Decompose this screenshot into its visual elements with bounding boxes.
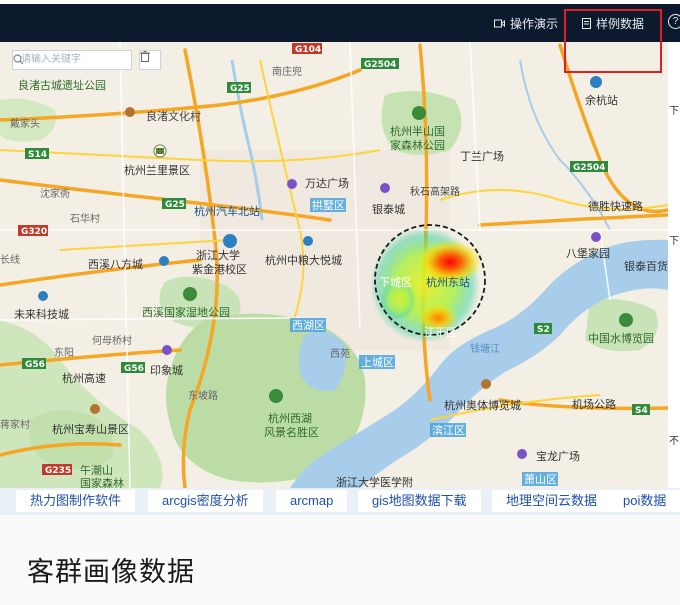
tag-strip: 热力图制作软件 arcgis密度分析 arcmap gis地图数据下载 地理空间… xyxy=(0,488,680,515)
road-shield: G2504 xyxy=(573,163,605,173)
map-label: 杭州汽车北站 xyxy=(194,204,260,218)
edge-glyph: 不 xyxy=(669,436,679,447)
map-label: 萧山区 xyxy=(524,473,557,486)
map-label: 良渚文化村 xyxy=(146,109,201,123)
map-label: 杭州兰里景区 xyxy=(124,163,190,177)
road-shield: G235 xyxy=(45,466,71,476)
map-label: 南庄兜 xyxy=(272,65,302,78)
map-label: 八堡家园 xyxy=(566,246,610,260)
trash-icon xyxy=(140,51,150,62)
section-title: 客群画像数据 xyxy=(27,557,195,587)
road-shield: G25 xyxy=(230,84,250,94)
map-label: 杭州宝寿山景区 xyxy=(52,422,129,436)
map-label: 江干区 xyxy=(424,326,457,339)
map-label: 上城区 xyxy=(361,356,394,369)
map-label: 中国水博览园 xyxy=(588,331,654,345)
road-shield: S4 xyxy=(635,406,648,416)
top-navbar: 操作演示 样例数据 ? xyxy=(0,0,680,42)
search-placeholder: 请输入关键字 xyxy=(21,54,81,65)
road-shield: S2 xyxy=(537,325,550,335)
map-label: 德胜快速路 xyxy=(588,199,643,213)
road-shield: S14 xyxy=(28,150,47,160)
map-label: 丁兰广场 xyxy=(460,149,504,163)
map-label: 长线 xyxy=(0,253,20,266)
map-label: 风景名胜区 xyxy=(264,425,319,439)
map-label: 东阳 xyxy=(54,346,74,359)
demo-button[interactable]: 操作演示 xyxy=(494,4,558,42)
edge-glyph: 下 xyxy=(669,106,679,117)
sample-data-label: 样例数据 xyxy=(596,16,645,31)
map-label: 杭州奥体博览城 xyxy=(444,398,521,412)
map-label: 钱塘江 xyxy=(470,342,500,355)
map-label: 机场公路 xyxy=(572,397,616,411)
road-shield: G25 xyxy=(165,200,185,210)
map-label: 印象城 xyxy=(150,364,183,377)
road-shield: G104 xyxy=(295,45,321,55)
document-icon xyxy=(582,17,591,29)
map-label: 杭州东站 xyxy=(426,275,470,289)
road-shield: G56 xyxy=(124,364,144,374)
road-shield: G2504 xyxy=(364,60,396,70)
map-label: 杭州西湖 xyxy=(268,411,312,425)
map-label: 西湖区 xyxy=(292,319,325,332)
map-label: 午潮山 xyxy=(80,463,113,477)
tag-link[interactable]: 地理空间云数据 xyxy=(492,490,612,512)
map-label: 浙江大学 xyxy=(196,248,240,262)
trash-button[interactable] xyxy=(139,50,161,70)
map-label: 国家森林 xyxy=(80,476,124,488)
search-input[interactable]: 请输入关键字 xyxy=(12,50,132,70)
tag-link[interactable]: arcgis密度分析 xyxy=(148,490,263,512)
map-label: 沈家衖 xyxy=(40,187,70,200)
tag-link[interactable]: arcmap xyxy=(276,490,348,512)
map-label: 万达广场 xyxy=(305,176,349,190)
map-label: 杭州中粮大悦城 xyxy=(265,253,342,267)
map-label: 滨江区 xyxy=(432,423,465,437)
map-label: 下城区 xyxy=(379,276,412,289)
map-label: 银泰百货 xyxy=(624,259,668,273)
map-label: 蒋家村 xyxy=(0,418,30,431)
map-label: 拱墅区 xyxy=(312,198,345,212)
video-icon xyxy=(494,19,505,27)
edge-glyph: 下 xyxy=(669,236,679,247)
map-label: 石华村 xyxy=(70,212,100,225)
map-label: 家森林公园 xyxy=(390,138,445,152)
search-icon[interactable] xyxy=(13,54,24,65)
sample-data-button[interactable]: 样例数据 xyxy=(582,4,644,42)
map-label: 西溪八方城 xyxy=(88,257,143,271)
map-label: 银泰城 xyxy=(372,202,405,216)
map-label: 紫金港校区 xyxy=(192,262,247,276)
top-strip xyxy=(0,0,680,4)
map-label: 戴家头 xyxy=(10,117,40,130)
road-shield: G56 xyxy=(25,360,45,370)
tag-link[interactable]: gis地图数据下载 xyxy=(358,490,481,512)
tag-link[interactable]: poi数据 xyxy=(609,490,680,512)
map-label: 东坡路 xyxy=(188,389,218,402)
right-edge-panel: 下 下 不 xyxy=(668,42,680,488)
heatmap-map[interactable]: G104 G2504 G25 S14 G25 G320 G56 G56 S2 G… xyxy=(0,42,668,488)
map-label: 秋石高架路 xyxy=(410,185,460,198)
map-label: 何母桥村 xyxy=(92,334,132,347)
tag-link[interactable]: 热力图制作软件 xyxy=(16,490,136,512)
map-label: 余杭站 xyxy=(585,93,618,107)
map-label: 西溪国家湿地公园 xyxy=(142,305,230,319)
map-label: 杭州半山国 xyxy=(390,124,445,138)
map-label: 浙江大学医学附 xyxy=(336,475,413,488)
demo-button-label: 操作演示 xyxy=(510,16,559,31)
map-label: 杭州高速 xyxy=(62,371,106,385)
help-icon[interactable]: ? xyxy=(668,14,680,29)
map-label: 良渚古城遗址公园 xyxy=(18,78,106,92)
map-label: 未来科技城 xyxy=(14,307,69,321)
road-shield: G320 xyxy=(21,227,47,237)
map-label: 宝龙广场 xyxy=(536,449,580,463)
map-label: 西苑 xyxy=(330,347,350,360)
map-canvas: G104 G2504 G25 S14 G25 G320 G56 G56 S2 G… xyxy=(0,42,668,488)
